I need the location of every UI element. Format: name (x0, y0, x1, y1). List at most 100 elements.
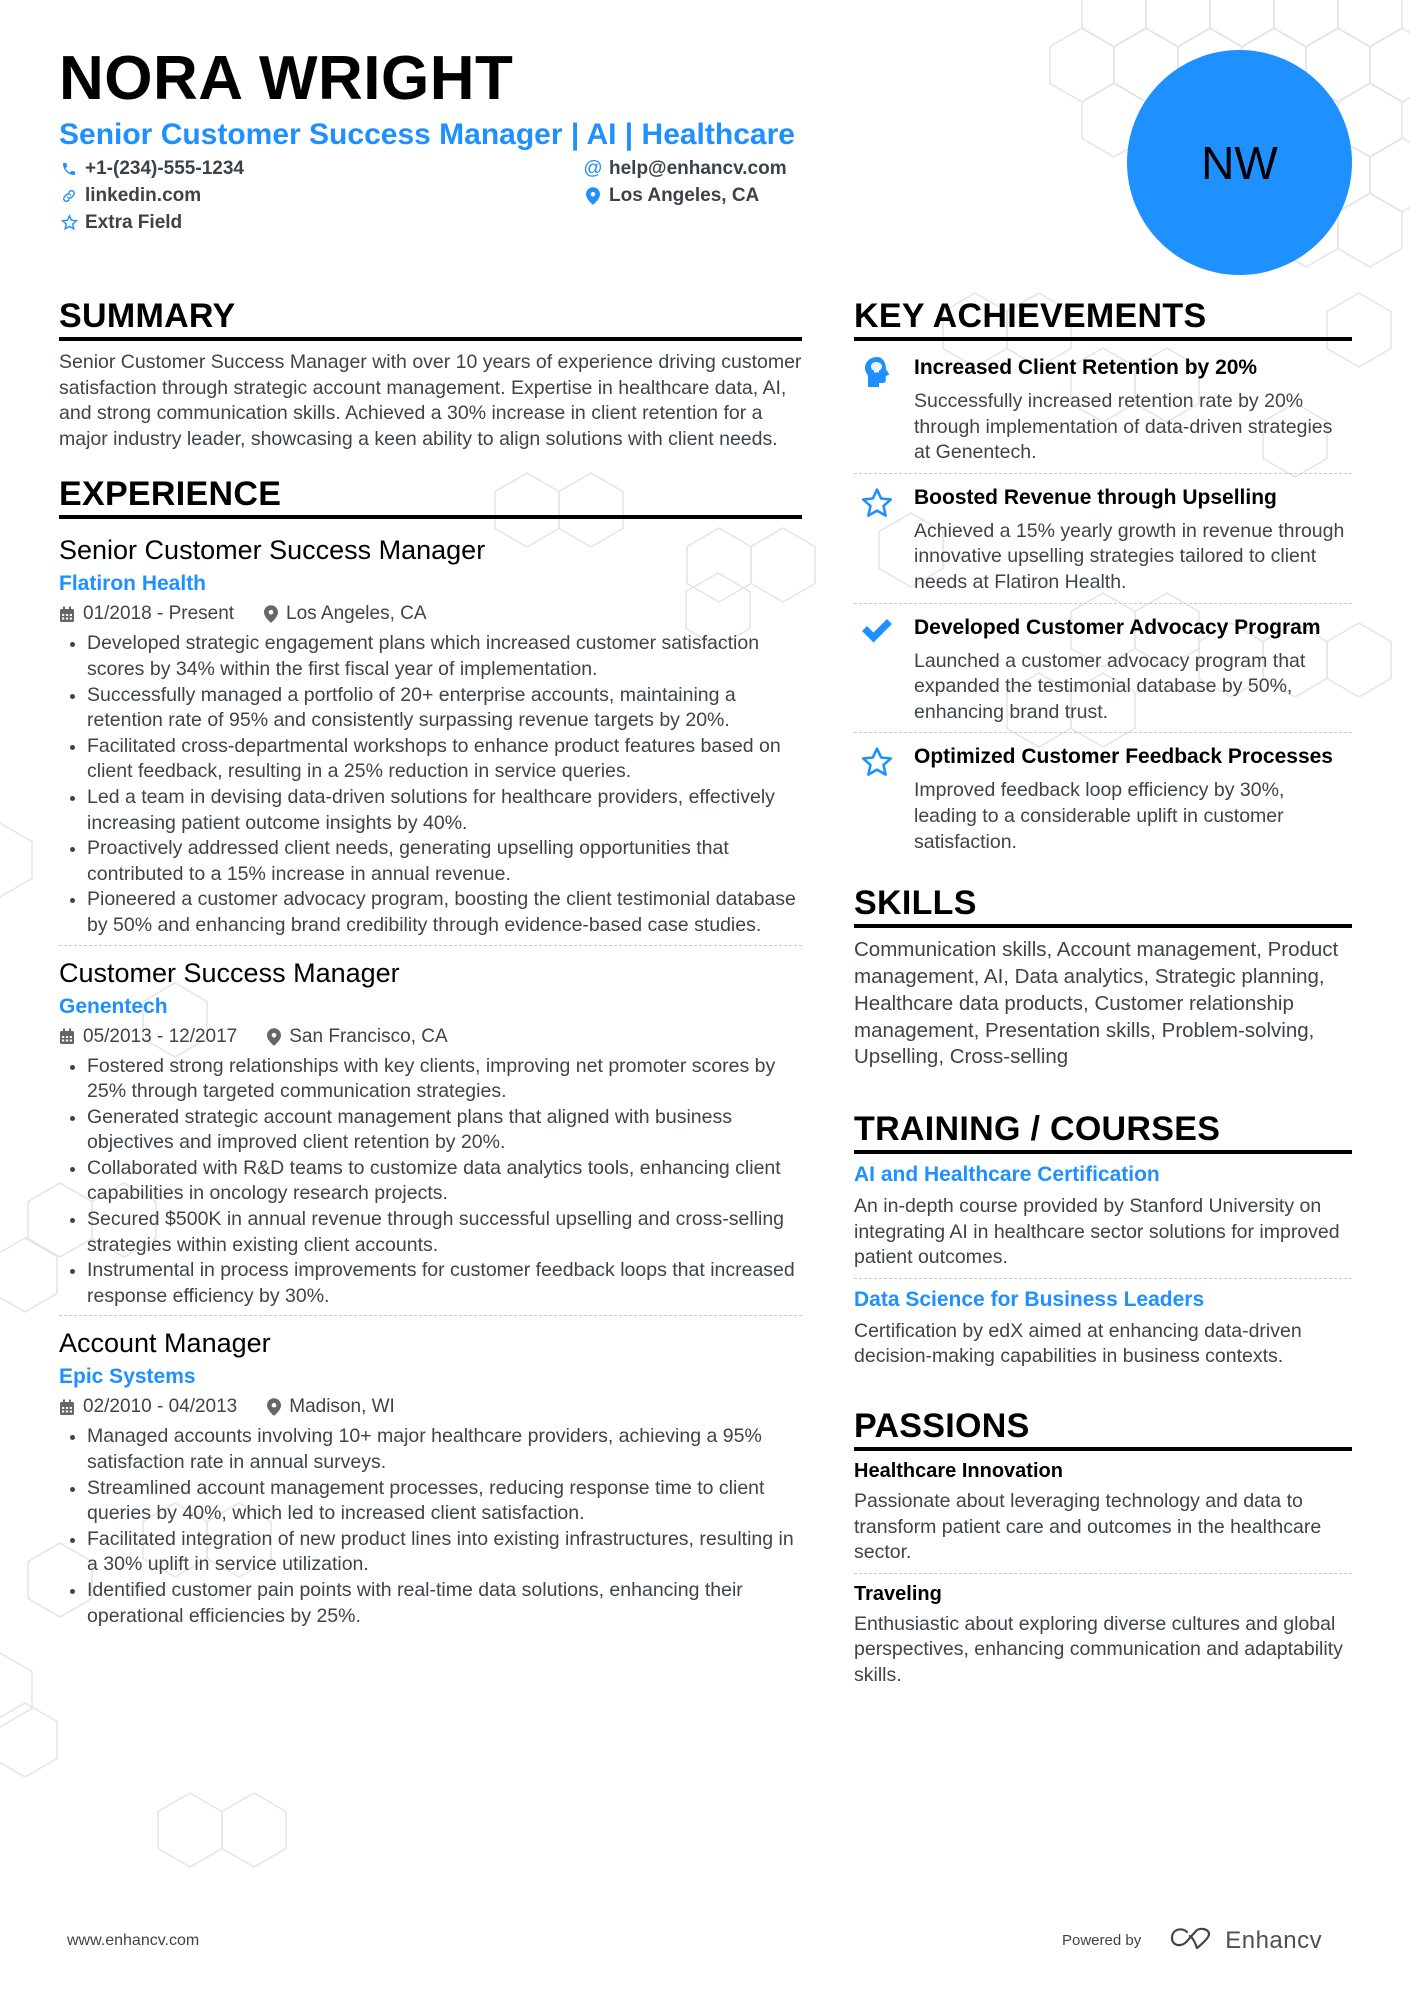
job-dates: 05/2013 - 12/2017 (83, 1025, 238, 1047)
calendar-icon (59, 1399, 75, 1416)
course-description: Certification by edX aimed at enhancing … (854, 1319, 1302, 1368)
passion-title: Healthcare Innovation (854, 1460, 1063, 1483)
course-title: AI and Healthcare Certification (854, 1163, 1160, 1187)
summary-text: Senior Customer Success Manager with ove… (59, 351, 802, 450)
achievement-title: Increased Client Retention by 20% (914, 356, 1258, 379)
calendar-icon (59, 1028, 75, 1045)
bullet-item: Managed accounts involving 10+ major hea… (59, 1424, 802, 1475)
candidate-headline: Senior Customer Success Manager | AI | H… (59, 118, 795, 151)
hexagon-shape (157, 1792, 223, 1868)
hexagon-shape (0, 1652, 33, 1728)
contact-extra-field: Extra Field (59, 209, 182, 236)
job-location: Los Angeles, CA (286, 603, 427, 625)
footer-powered-by[interactable]: Powered by Enhancv (1062, 1926, 1322, 1955)
star-icon (860, 745, 893, 777)
bullet-item: Developed strategic engagement plans whi… (59, 631, 802, 682)
hexagon-shape (1273, 0, 1339, 48)
map-pin-icon (583, 186, 603, 206)
bullet-item: Proactively addressed client needs, gene… (59, 836, 802, 887)
entry-divider (854, 1277, 1352, 1279)
right-column: KEY ACHIEVEMENTS Increased Client Retent… (854, 296, 1352, 1689)
entry-divider (59, 1315, 802, 1317)
company-name[interactable]: Epic Systems (59, 1362, 802, 1392)
achievement-title: Developed Customer Advocacy Program (914, 615, 1321, 639)
section-title-passions: PASSIONS (854, 1407, 1030, 1446)
avatar: NW (1127, 50, 1352, 275)
experience-entry: Account Manager Epic Systems 02/2010 - 04/… (59, 1326, 802, 1629)
job-meta: 02/2010 - 04/2013 Madison, WI (59, 1392, 802, 1422)
achievement-description: Launched a customer advocacy program tha… (914, 649, 1306, 723)
head-icon (860, 356, 892, 388)
location-text: Los Angeles, CA (609, 185, 760, 206)
job-dates: 01/2018 - Present (83, 603, 235, 625)
entry-divider (59, 944, 802, 946)
company-name[interactable]: Genentech (59, 992, 802, 1022)
section-divider (854, 1447, 1352, 1452)
bullet-item: Instrumental in process improvements for… (59, 1258, 802, 1309)
section-divider (59, 515, 802, 520)
passion-description: Passionate about leveraging technology a… (854, 1490, 1322, 1564)
section-divider (854, 337, 1352, 341)
hexagon-shape (221, 1792, 287, 1868)
bullet-item: Generated strategic account management p… (59, 1105, 802, 1156)
job-meta: 01/2018 - Present Los Angeles, CA (59, 599, 802, 629)
map-pin-icon (267, 1027, 282, 1046)
job-title: Account Manager (59, 1328, 271, 1359)
contact-linkedin[interactable]: linkedin.com (59, 182, 201, 209)
experience-entry: Senior Customer Success Manager Flatiron … (59, 533, 802, 938)
at-icon: @ (583, 158, 603, 179)
map-pin-icon (264, 605, 279, 624)
hexagon-shape (1337, 0, 1403, 48)
job-meta: 05/2013 - 12/2017 San Francisco, CA (59, 1022, 802, 1052)
achievement-item: Developed Customer Advocacy Program Launc… (854, 614, 1352, 726)
job-dates: 02/2010 - 04/2013 (83, 1396, 238, 1418)
avatar-initials: NW (1201, 136, 1278, 189)
bullet-item: Secured $500K in annual revenue through … (59, 1207, 802, 1258)
passions-section: PASSIONS Healthcare Innovation Passionate… (854, 1406, 1352, 1689)
entry-divider (854, 1572, 1352, 1574)
candidate-name: NORA WRIGHT (59, 44, 514, 113)
link-icon (59, 186, 79, 206)
entry-divider (854, 602, 1352, 604)
bullet-item: Facilitated cross-departmental workshops… (59, 734, 802, 785)
contact-location: Los Angeles, CA (583, 182, 759, 209)
hexagon-shape (1049, 27, 1115, 103)
achievement-title: Boosted Revenue through Upselling (914, 485, 1277, 509)
section-title-experience: EXPERIENCE (59, 475, 282, 514)
footer-website-link[interactable]: www.enhancv.com (67, 1932, 199, 1950)
hexagon-shape (1209, 0, 1275, 48)
hexagon-shape (1145, 0, 1211, 48)
section-title-skills: SKILLS (854, 884, 977, 923)
company-name[interactable]: Flatiron Health (59, 569, 802, 599)
bullet-item: Pioneered a customer advocacy program, b… (59, 887, 802, 938)
contact-phone[interactable]: +1-(234)-555-1234 (59, 155, 244, 182)
achievement-description: Improved feedback loop efficiency by 30%… (914, 779, 1285, 853)
bullet-item: Successfully managed a portfolio of 20+ … (59, 683, 802, 734)
phone-icon (59, 159, 79, 179)
job-location: San Francisco, CA (289, 1025, 448, 1047)
hexagon-shape (0, 822, 33, 898)
left-column: SUMMARY Senior Customer Success Manager … (59, 296, 802, 1629)
section-title-key-achievements: KEY ACHIEVEMENTS (854, 297, 1207, 335)
entry-divider (854, 472, 1352, 474)
bullet-item: Facilitated integration of new product l… (59, 1527, 802, 1578)
extra-field-text: Extra Field (85, 212, 183, 233)
bullet-item: Streamlined account management processes… (59, 1476, 802, 1527)
contact-email[interactable]: @ help@enhancv.com (583, 155, 786, 182)
experience-entry: Customer Success Manager Genentech 05/2013… (59, 956, 802, 1310)
training-section: TRAINING / COURSES AI and Healthcare Cer… (854, 1109, 1352, 1370)
achievement-item: Optimized Customer Feedback Processes Imp… (854, 743, 1352, 855)
course-item: Data Science for Business Leaders Certifi… (854, 1285, 1352, 1370)
section-divider (854, 924, 1352, 929)
map-pin-icon (267, 1398, 282, 1417)
experience-list: Senior Customer Success Manager Flatiron … (59, 533, 802, 1629)
star-icon (860, 486, 893, 518)
phone-text: +1-(234)-555-1234 (85, 158, 244, 179)
bullet-item: Led a team in devising data-driven solut… (59, 785, 802, 836)
section-divider (59, 337, 802, 341)
passion-item: Healthcare Innovation Passionate about le… (854, 1457, 1352, 1566)
passions-list: Healthcare Innovation Passionate about le… (854, 1457, 1352, 1689)
star-outline-icon (59, 213, 79, 233)
skills-section: SKILLS Communication skills, Account man… (854, 883, 1352, 1071)
hexagon-shape (1081, 0, 1147, 48)
